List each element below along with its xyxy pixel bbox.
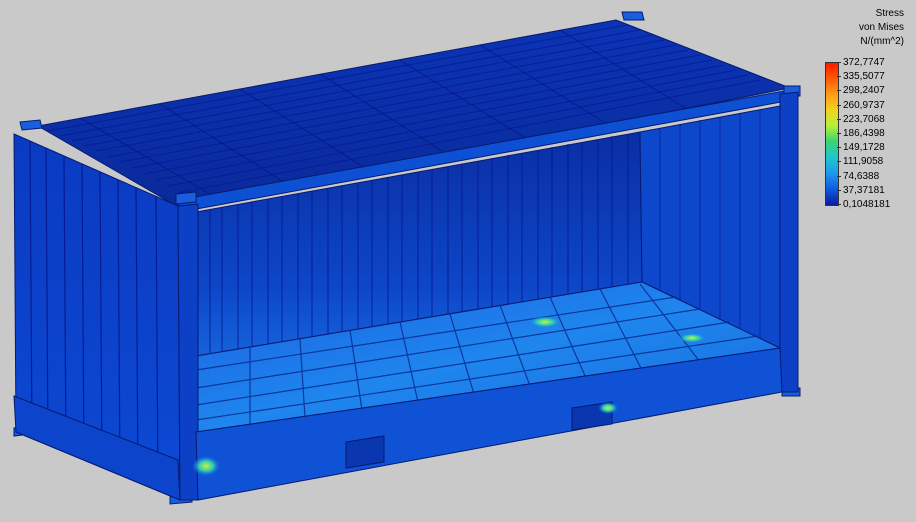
fea-result-viewport[interactable] <box>0 0 916 522</box>
front-corner-post <box>177 203 199 501</box>
rear-corner-post <box>779 91 799 393</box>
legend-tick-label: 0,1048181 <box>843 199 891 210</box>
corner-casting <box>19 119 43 131</box>
legend-tick-mark <box>837 90 841 92</box>
legend-tick-mark <box>837 175 841 177</box>
stress-hotspot <box>529 316 561 328</box>
legend-tick-mark <box>837 104 841 106</box>
stress-hotspot <box>192 456 220 476</box>
stress-legend: Stress von Mises N/(mm^2) 372,7747 335,50… <box>812 6 912 210</box>
legend-tick-label: 335,5077 <box>843 71 885 83</box>
legend-color-bar <box>825 62 839 206</box>
legend-tick-label: 223,7068 <box>843 113 885 125</box>
legend-title-stress: Stress <box>875 8 904 19</box>
legend-tick-label: 37,37181 <box>843 184 885 196</box>
legend-tick-mark <box>837 161 841 163</box>
legend-title-von-mises: von Mises <box>858 22 904 33</box>
corner-casting <box>621 11 645 21</box>
legend-tick-label: 298,2407 <box>843 85 885 97</box>
legend-title-units: N/(mm^2) <box>860 36 904 47</box>
corner-casting <box>175 191 197 205</box>
legend-tick-label: 149,1728 <box>843 142 885 154</box>
legend-tick-label: 74,6388 <box>843 170 880 182</box>
stress-hotspot <box>678 333 706 343</box>
legend-tick-label: 372,7747 <box>843 57 885 68</box>
legend-tick-mark <box>837 118 841 120</box>
legend-tick-label: 111,9058 <box>843 156 884 168</box>
legend-tick-mark <box>837 147 841 149</box>
legend-tick-mark <box>837 189 841 191</box>
legend-tick-mark <box>837 133 841 134</box>
stress-hotspot <box>598 402 618 414</box>
legend-tick-mark <box>837 204 841 205</box>
legend-tick-mark <box>837 76 841 78</box>
legend-tick-label: 186,4398 <box>843 128 885 139</box>
legend-tick-mark <box>837 62 841 63</box>
legend-tick-label: 260,9737 <box>843 99 885 111</box>
